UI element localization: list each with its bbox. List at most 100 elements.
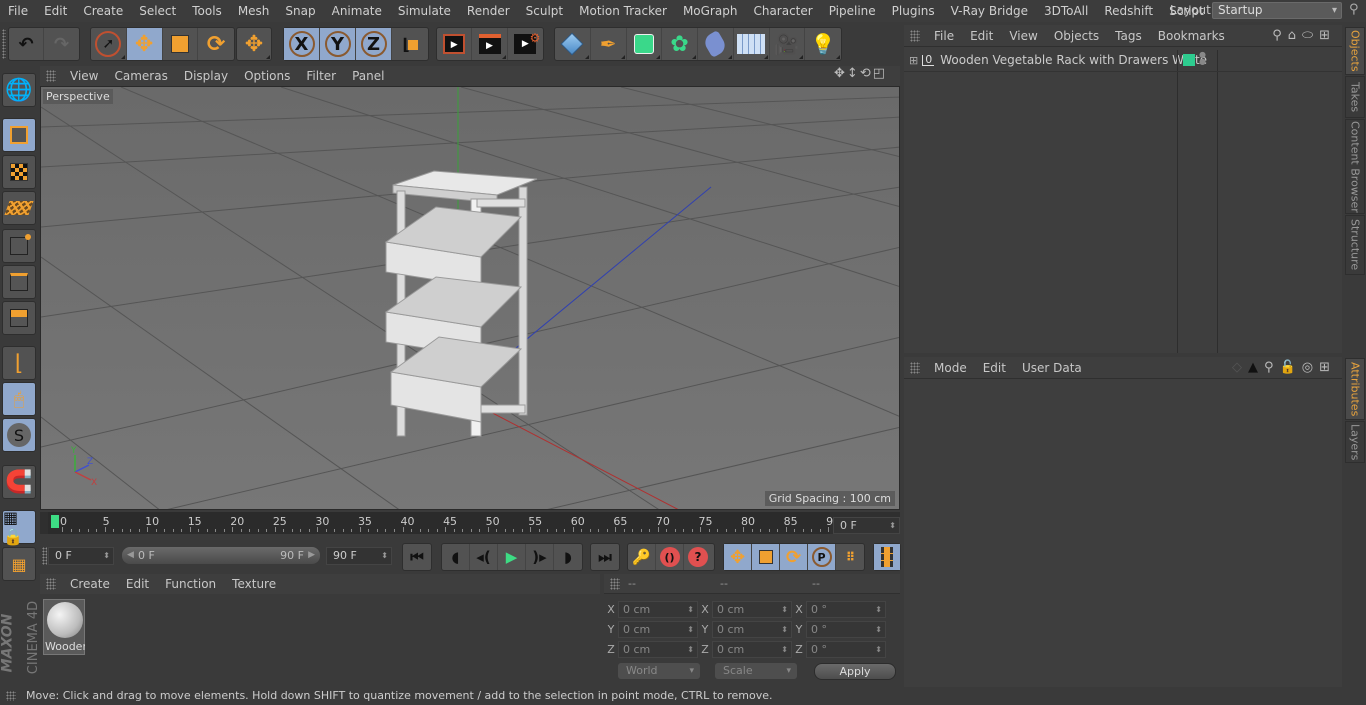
tweak-mode-button[interactable]: 🖱 <box>2 382 36 416</box>
scale-tool-button[interactable] <box>163 28 199 60</box>
maximize-view-icon[interactable]: ◰ <box>873 66 887 81</box>
position-y-field[interactable]: 0 cm ⬍ <box>618 620 698 638</box>
position-x-field[interactable]: 0 cm ⬍ <box>618 600 698 618</box>
key-parameter-button[interactable]: P <box>808 544 836 570</box>
menu-sculpt[interactable]: Sculpt <box>518 4 571 18</box>
texture-mode-button[interactable] <box>2 155 36 189</box>
viewport-menu-panel[interactable]: Panel <box>344 69 392 83</box>
next-key-button[interactable]: ◗ <box>554 544 582 570</box>
pen-button[interactable]: ✒ <box>591 28 627 60</box>
material-menu-function[interactable]: Function <box>157 577 224 591</box>
solo-button[interactable]: S <box>2 418 36 452</box>
light-button[interactable]: 💡 <box>805 28 841 60</box>
z-axis-button[interactable]: Z <box>356 28 392 60</box>
prev-key-button[interactable]: ◖ <box>442 544 470 570</box>
target-icon[interactable]: ◎ <box>1302 360 1319 375</box>
material-grip[interactable] <box>46 578 56 590</box>
polygons-mode-button[interactable] <box>2 301 36 335</box>
key-scale-button[interactable] <box>752 544 780 570</box>
object-menu-edit[interactable]: Edit <box>962 29 1001 43</box>
menu-redshift[interactable]: Redshift <box>1096 4 1161 18</box>
menu-snap[interactable]: Snap <box>277 4 323 18</box>
material-menu-texture[interactable]: Texture <box>224 577 284 591</box>
move-tool-button[interactable]: ✥ <box>126 28 163 60</box>
menu-plugins[interactable]: Plugins <box>884 4 943 18</box>
attribute-menu-user-data[interactable]: User Data <box>1014 361 1090 375</box>
menu-3dtoall[interactable]: 3DToAll <box>1036 4 1096 18</box>
snap-button[interactable]: 🧲 <box>2 465 36 499</box>
undo-button[interactable]: ↶ <box>9 28 45 60</box>
menu-file[interactable]: File <box>0 4 36 18</box>
lock-icon[interactable]: 🔓 <box>1280 360 1302 375</box>
viewport-menu-filter[interactable]: Filter <box>298 69 344 83</box>
render-picture-viewer-button[interactable]: ▶ <box>472 28 508 60</box>
current-frame-field[interactable]: 0 F ⬍ <box>833 517 900 534</box>
object-menu-objects[interactable]: Objects <box>1046 29 1107 43</box>
search-icon[interactable]: ⚲ <box>1349 2 1359 17</box>
coordinate-mode-dropdown[interactable]: World <box>618 663 700 679</box>
apply-button[interactable]: Apply <box>814 663 896 680</box>
menu-select[interactable]: Select <box>131 4 184 18</box>
y-axis-button[interactable]: Y <box>320 28 356 60</box>
goto-end-button[interactable]: ⏭ <box>591 544 619 570</box>
transport-grip[interactable] <box>42 547 47 565</box>
rotation-y-field[interactable]: 0 ° ⬍ <box>806 620 886 638</box>
material-menu-create[interactable]: Create <box>62 577 118 591</box>
object-list-item[interactable]: ⊞ 0 Wooden Vegetable Rack with Drawers W… <box>904 50 1342 353</box>
subdivision-surface-button[interactable] <box>627 28 663 60</box>
expand-icon[interactable]: ⊞ <box>909 54 918 67</box>
edges-mode-button[interactable] <box>2 265 36 299</box>
recent-tool-button[interactable]: ✥ <box>237 28 271 60</box>
deformer-button[interactable] <box>698 28 734 60</box>
record-active-button[interactable]: () <box>656 544 684 570</box>
object-menu-view[interactable]: View <box>1001 29 1045 43</box>
array-button[interactable]: ✿ <box>662 28 698 60</box>
menu-render[interactable]: Render <box>459 4 518 18</box>
viewport-menu-display[interactable]: Display <box>176 69 236 83</box>
menu-mesh[interactable]: Mesh <box>230 4 278 18</box>
attribute-menu-edit[interactable]: Edit <box>975 361 1014 375</box>
enable-axis-button[interactable]: ⌊ <box>2 346 36 380</box>
new-panel-icon[interactable]: ⊞ <box>1319 360 1336 375</box>
viewport-menu-cameras[interactable]: Cameras <box>106 69 175 83</box>
cube-button[interactable] <box>555 28 591 60</box>
coordinate-system-button[interactable]: ⌊ <box>392 28 428 60</box>
live-selection-button[interactable]: ➚ <box>91 28 127 60</box>
position-z-field[interactable]: 0 cm ⬍ <box>618 640 698 658</box>
orbit-icon[interactable]: ⟲ <box>860 66 873 81</box>
coordinates-grip[interactable] <box>610 578 620 590</box>
new-panel-icon[interactable]: ⊞ <box>1319 28 1336 43</box>
floor-button[interactable] <box>734 28 770 60</box>
size-x-field[interactable]: 0 cm ⬍ <box>712 600 792 618</box>
status-grip[interactable] <box>6 691 16 701</box>
points-mode-button[interactable] <box>2 229 36 263</box>
size-z-field[interactable]: 0 cm ⬍ <box>712 640 792 658</box>
home-icon[interactable]: ⌂ <box>1288 28 1302 43</box>
pan-icon[interactable]: ✥ <box>834 66 847 81</box>
object-menu-bookmarks[interactable]: Bookmarks <box>1150 29 1233 43</box>
range-right-handle-icon[interactable]: ▶ <box>308 547 315 564</box>
search-icon[interactable]: ⚲ <box>1272 28 1288 43</box>
tab-structure[interactable]: Structure <box>1345 215 1365 275</box>
timeline-window-button[interactable] <box>874 544 900 570</box>
size-y-field[interactable]: 0 cm ⬍ <box>712 620 792 638</box>
redo-button[interactable]: ↷ <box>44 28 79 60</box>
range-left-handle-icon[interactable]: ◀ <box>127 547 134 564</box>
tab-takes[interactable]: Takes <box>1345 76 1365 118</box>
end-frame-field[interactable]: 90 F ⬍ <box>326 547 392 565</box>
attribute-manager-grip[interactable] <box>910 361 920 374</box>
tab-content-browser[interactable]: Content Browser <box>1345 119 1365 214</box>
autokey-help-button[interactable]: ? <box>684 544 712 570</box>
goto-start-button[interactable]: ⏮ <box>403 544 431 570</box>
back-forward-icon[interactable]: ◇ <box>1232 360 1248 375</box>
transform-mode-dropdown[interactable]: Scale <box>715 663 797 679</box>
viewport-menu-view[interactable]: View <box>62 69 106 83</box>
tab-objects[interactable]: Objects <box>1345 27 1365 75</box>
next-frame-button[interactable]: )▸ <box>526 544 554 570</box>
timeline-ticks[interactable]: 051015202530354045505560657075808590 <box>48 512 840 534</box>
arrow-up-icon[interactable]: ▲ <box>1248 360 1264 375</box>
x-axis-button[interactable]: X <box>284 28 320 60</box>
start-frame-field[interactable]: 0 F ⬍ <box>48 547 114 565</box>
object-menu-file[interactable]: File <box>926 29 962 43</box>
timeline-ruler[interactable]: 051015202530354045505560657075808590 <box>40 512 900 534</box>
